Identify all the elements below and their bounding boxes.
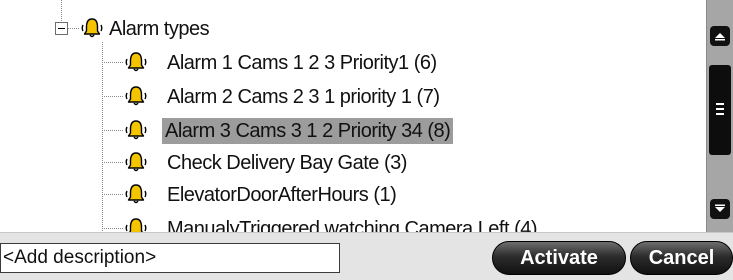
tree-root-label: Alarm types: [109, 18, 210, 40]
grip-line: [716, 108, 724, 110]
tree-item-label: Alarm 3 Cams 3 1 2 Priority 34 (8): [162, 118, 454, 144]
tree-item-label: Alarm 2 Cams 2 3 1 priority 1 (7): [167, 86, 440, 108]
scroll-down-button[interactable]: [710, 199, 730, 219]
grip-line: [716, 113, 724, 115]
bell-icon: [125, 120, 147, 140]
bell-icon: [125, 86, 147, 106]
tree-item-label: Alarm 1 Cams 1 2 3 Priority1 (6): [167, 52, 437, 74]
description-input[interactable]: [0, 243, 340, 273]
tree-item[interactable]: ManualyTriggered watching Camera Left (4…: [0, 214, 706, 232]
bell-icon: [125, 152, 147, 172]
tree-item[interactable]: Alarm 1 Cams 1 2 3 Priority1 (6): [0, 48, 706, 78]
arrow-up-icon: [715, 33, 725, 41]
tree-item[interactable]: Check Delivery Bay Gate (3): [0, 148, 706, 178]
arrow-down-icon: [715, 204, 725, 212]
activate-button[interactable]: Activate: [492, 241, 626, 275]
tree-root-alarm-types[interactable]: Alarm types: [0, 14, 706, 44]
bell-icon: [81, 18, 103, 38]
tree-item[interactable]: ElevatorDoorAfterHours (1): [0, 180, 706, 210]
vertical-scrollbar[interactable]: [706, 0, 733, 232]
action-bar: Activate Cancel: [0, 232, 733, 280]
bell-icon: [125, 184, 147, 204]
bell-icon: [125, 218, 147, 232]
tree-item-label: Check Delivery Bay Gate (3): [167, 152, 407, 174]
bell-icon: [125, 52, 147, 72]
alarm-activation-panel: Alarm types Alarm 1 Cams 1 2 3 Priority1…: [0, 0, 733, 280]
tree-item[interactable]: Alarm 2 Cams 2 3 1 priority 1 (7): [0, 82, 706, 112]
tree-item-label: ManualyTriggered watching Camera Left (4…: [167, 218, 538, 232]
tree-item-label: ElevatorDoorAfterHours (1): [167, 184, 397, 206]
alarm-tree: Alarm types Alarm 1 Cams 1 2 3 Priority1…: [0, 0, 706, 232]
scroll-thumb[interactable]: [709, 65, 731, 155]
scroll-up-button[interactable]: [710, 26, 730, 46]
tree-item-selected[interactable]: Alarm 3 Cams 3 1 2 Priority 34 (8): [0, 116, 706, 146]
grip-line: [716, 103, 724, 105]
cancel-button[interactable]: Cancel: [630, 241, 733, 275]
